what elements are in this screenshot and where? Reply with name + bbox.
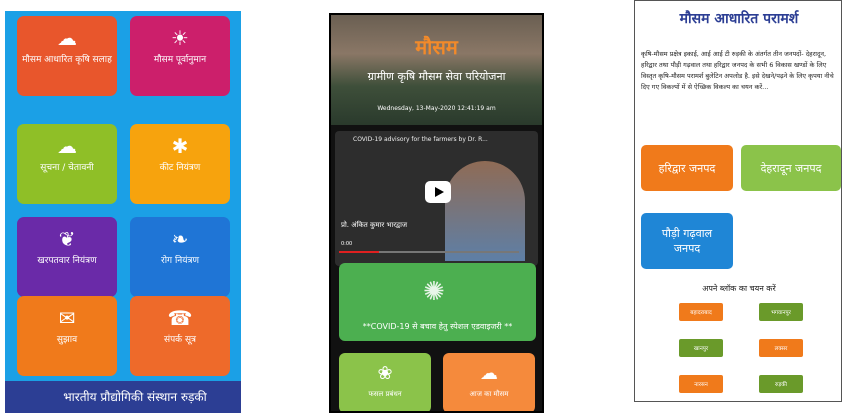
tile-weed-control[interactable]: ❦ खरपतवार नियंत्रण	[17, 217, 117, 297]
tile-label: फसल प्रबंधन	[368, 390, 402, 398]
block-narsan-button[interactable]: नारसन	[679, 375, 723, 393]
page-title: मौसम	[415, 35, 458, 59]
tile-label: सूचना / चेतावनी	[40, 163, 94, 173]
tile-label: रोग नियंत्रण	[161, 256, 199, 266]
block-khanpur-button[interactable]: खानपुर	[679, 339, 723, 357]
tile-alerts[interactable]: ☁ सूचना / चेतावनी	[17, 124, 117, 204]
tile-today-weather[interactable]: ☁ आज का मौसम	[443, 353, 535, 411]
tile-disease-control[interactable]: ❧ रोग नियंत्रण	[130, 217, 230, 297]
district-dehradun-button[interactable]: देहरादून जनपद	[741, 145, 841, 191]
weed-icon: ❦	[58, 227, 76, 251]
block-bahadrabad-button[interactable]: बहादराबाद	[679, 303, 723, 321]
block-select-label: अपने ब्लॉक का चयन करें	[702, 284, 776, 293]
block-bhagwanpur-button[interactable]: भगवानपुर	[759, 303, 803, 321]
video-time: 0:00	[341, 241, 353, 247]
cloud-sun-icon: ☁	[480, 363, 498, 384]
description-text: कृषि-मौसम प्रक्षेत्र इकाई, आई आई टी रुड़…	[641, 50, 834, 91]
covid-advisory-card[interactable]: ✺ **COVID-19 से बचाव हेतु स्पेशल एडवाइजर…	[339, 263, 536, 341]
video-player[interactable]: COVID-19 advisory for the farmers by Dr.…	[335, 131, 538, 266]
block-roorkee-button[interactable]: रुड़की	[759, 375, 803, 393]
video-caption: प्रो. अंकित कुमार भारद्वाज	[341, 221, 408, 229]
tile-crop-management[interactable]: ❀ फसल प्रबंधन	[339, 353, 431, 411]
page-subtitle: ग्रामीण कृषि मौसम सेवा परियोजना	[367, 70, 506, 83]
virus-icon: ✺	[423, 277, 445, 307]
weather-screen: मौसम ग्रामीण कृषि मौसम सेवा परियोजना Wed…	[329, 13, 544, 413]
header-banner: मौसम ग्रामीण कृषि मौसम सेवा परियोजना Wed…	[331, 15, 542, 125]
video-title: COVID-19 advisory for the farmers by Dr.…	[353, 136, 488, 143]
video-thumbnail	[445, 161, 525, 261]
tile-label: मौसम पूर्वानुमान	[153, 55, 207, 65]
tile-label: कीट नियंत्रण	[159, 163, 201, 173]
district-haridwar-button[interactable]: हरिद्वार जनपद	[641, 145, 733, 191]
tile-label: सुझाव	[56, 335, 78, 345]
crop-icon: ❀	[377, 363, 393, 384]
footer-institute: भारतीय प्रौद्योगिकी संस्थान रुड़की	[5, 381, 241, 413]
play-button[interactable]	[425, 181, 451, 203]
tile-weather-forecast[interactable]: ☀ मौसम पूर्वानुमान	[130, 16, 230, 96]
tile-pest-control[interactable]: ✱ कीट नियंत्रण	[130, 124, 230, 204]
weather-forecast-icon: ☀	[171, 26, 189, 50]
tile-label: आज का मौसम	[469, 390, 509, 398]
advisory-screen: मौसम आधारित परामर्श कृषि-मौसम प्रक्षेत्र…	[634, 0, 842, 402]
tile-label: मौसम आधारित कृषि सलाह	[22, 55, 112, 65]
home-screen: ☁ मौसम आधारित कृषि सलाह ☀ मौसम पूर्वानुम…	[5, 11, 241, 413]
cloud-alert-icon: ☁	[57, 134, 77, 158]
tile-label: संपर्क सूत्र	[163, 335, 197, 345]
page-title: मौसम आधारित परामर्श	[679, 11, 799, 27]
covid-advisory-text: **COVID-19 से बचाव हेतु स्पेशल एडवाइजरी …	[362, 322, 513, 331]
tile-label: खरपतवार नियंत्रण	[37, 256, 97, 266]
district-pauri-button[interactable]: पौड़ी गढ़वाल जनपद	[641, 213, 733, 269]
insect-icon: ✱	[171, 134, 189, 158]
tile-suggestions[interactable]: ✉ सुझाव	[17, 296, 117, 376]
plant-disease-icon: ❧	[171, 227, 189, 251]
tile-weather-advisory[interactable]: ☁ मौसम आधारित कृषि सलाह	[17, 16, 117, 96]
block-laksar-button[interactable]: लक्सर	[759, 339, 803, 357]
date-time: Wednesday, 13-May-2020 12:41:19 am	[377, 105, 496, 112]
video-progress-fill	[339, 251, 379, 253]
cloud-warning-icon: ☁	[57, 26, 77, 50]
tile-contact[interactable]: ☎ संपर्क सूत्र	[130, 296, 230, 376]
mail-icon: ✉	[58, 306, 76, 330]
phone-icon: ☎	[167, 306, 193, 330]
